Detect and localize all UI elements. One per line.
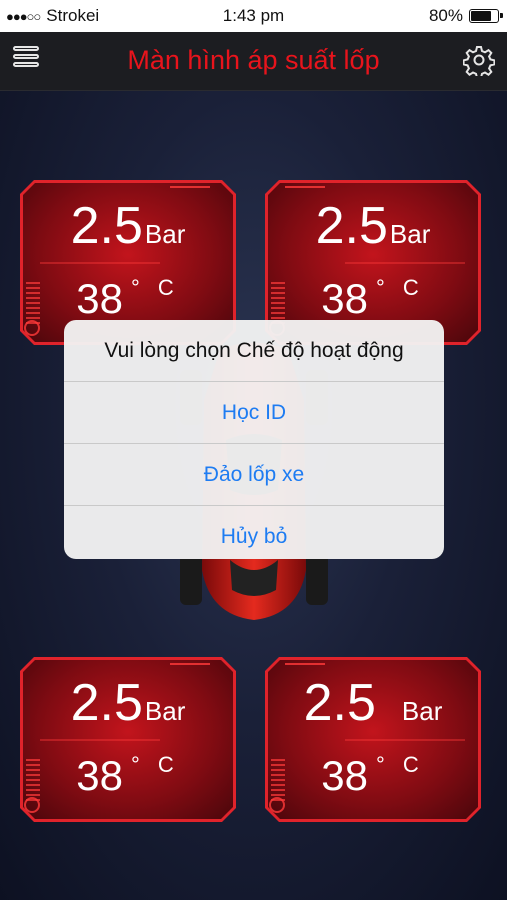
tire-rotation-button[interactable]: Đảo lốp xe xyxy=(64,444,444,506)
dialog-title: Vui lòng chọn Chế độ hoạt động xyxy=(64,320,444,382)
cancel-button[interactable]: Hủy bỏ xyxy=(64,506,444,559)
learn-id-button[interactable]: Học ID xyxy=(64,382,444,444)
dialog-overlay: Vui lòng chọn Chế độ hoạt động Học ID Đả… xyxy=(0,0,507,900)
mode-select-dialog: Vui lòng chọn Chế độ hoạt động Học ID Đả… xyxy=(64,320,444,559)
